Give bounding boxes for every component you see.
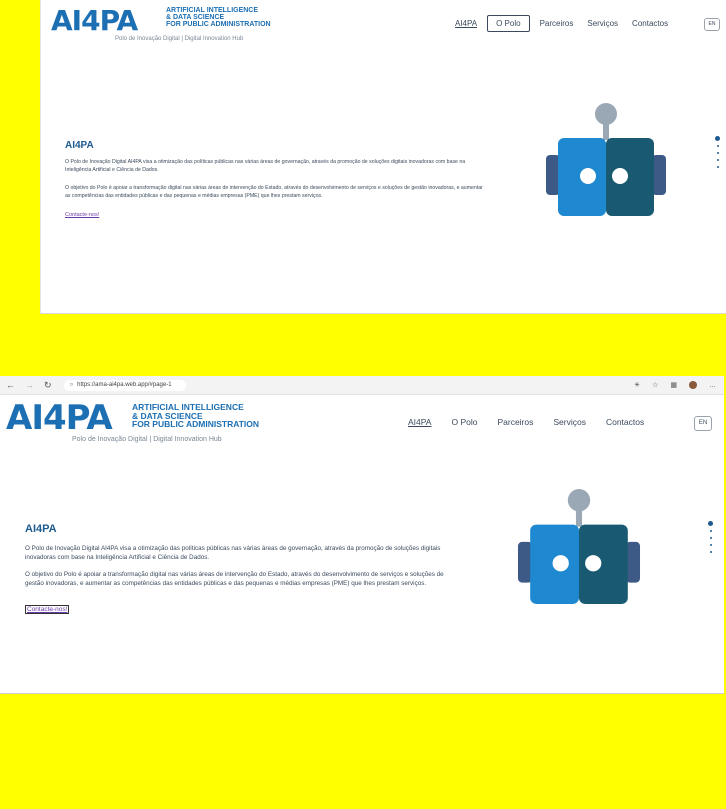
page-dot[interactable] [716,159,719,161]
nav-item-servicos[interactable]: Serviços [553,417,586,427]
page-dot[interactable] [716,152,719,154]
robot-antenna-stem [575,508,583,527]
robot-right-ear [652,155,666,195]
robot-antenna-ball [567,489,591,512]
nav-item-ai4pa[interactable]: AI4PA [408,417,431,427]
nav-item-o-polo[interactable]: O Polo [451,417,477,427]
browser-toolbar: ← → ↻ ○ https://ama-ai4pa.web.app/#page-… [0,376,724,395]
page-dot-active[interactable] [715,136,720,141]
hero-title: AI4PA [65,140,94,151]
robot-left-ear [517,541,533,583]
hero-paragraph-2: O objetivo do Polo é apoiar a transforma… [25,571,444,588]
hero-title: AI4PA [25,523,57,535]
address-bar-url: https://ama-ai4pa.web.app/#page-1 [77,382,172,388]
robot-left-ear [546,155,560,195]
page-dot-active[interactable] [708,521,713,526]
robot-illustration [517,489,641,604]
collections-icon[interactable]: ▦ [670,381,677,389]
favorite-star-icon[interactable]: ☆ [652,381,658,389]
page-dot[interactable] [709,530,712,532]
page-panel-top: AI4PA ARTIFICIAL INTELLIGENCE & DATA SCI… [40,0,726,314]
read-aloud-icon[interactable]: ☀ [634,381,640,389]
contact-link[interactable]: Contacte-nos! [65,212,99,218]
page-indicator [715,136,720,168]
robot-right-eye [585,555,602,572]
page-panel-bottom: AI4PA ARTIFICIAL INTELLIGENCE & DATA SCI… [0,376,724,694]
page-dot[interactable] [709,537,712,539]
reload-icon[interactable]: ↻ [44,380,52,391]
language-toggle[interactable]: EN [704,18,720,31]
profile-avatar[interactable] [689,381,697,389]
forward-arrow-icon[interactable]: → [25,380,34,390]
page-indicator [708,521,713,553]
page-dot[interactable] [716,145,719,147]
robot-left-eye [552,555,569,572]
hero-paragraph-1: O Polo de Inovação Digital AI4PA visa a … [65,159,466,173]
logo-subtitle: Polo de Inovação Digital | Digital Innov… [72,436,222,443]
lock-icon: ○ [69,382,74,388]
logo-word: AI4PA [51,4,138,37]
hero-paragraph-2: O objetivo do Polo é apoiar a transforma… [65,185,483,199]
robot-right-eye [612,168,628,184]
logo-lines: ARTIFICIAL INTELLIGENCE & DATA SCIENCE F… [166,7,271,28]
language-toggle[interactable]: EN [694,416,712,431]
back-arrow-icon[interactable]: ← [6,380,15,390]
nav-item-servicos[interactable]: Serviços [587,19,618,28]
robot-antenna-stem [603,122,609,140]
nav-item-contactos[interactable]: Contactos [606,417,644,427]
page-dot[interactable] [716,166,719,168]
main-nav: AI4PA O Polo Parceiros Serviços Contacto… [408,417,644,427]
nav-item-ai4pa[interactable]: AI4PA [455,19,477,28]
address-bar[interactable]: ○ https://ama-ai4pa.web.app/#page-1 [63,379,186,391]
browser-actions: ☀ ☆ ▦ … [634,381,716,389]
nav-item-parceiros[interactable]: Parceiros [540,19,574,28]
nav-item-parceiros[interactable]: Parceiros [497,417,533,427]
page-dot[interactable] [709,544,712,546]
robot-right-ear [625,541,641,583]
logo-word: AI4PA [6,398,113,438]
robot-antenna-ball [595,103,617,125]
nav-item-contactos[interactable]: Contactos [632,19,668,28]
hero-paragraph-1: O Polo de Inovação Digital AI4PA visa a … [25,545,441,562]
nav-item-o-polo[interactable]: O Polo [487,15,530,32]
logo-subtitle: Polo de Inovação Digital | Digital Innov… [115,36,244,42]
robot-illustration [546,103,666,216]
main-nav: AI4PA O Polo Parceiros Serviços Contacto… [455,15,668,32]
robot-left-eye [580,168,596,184]
more-menu-icon[interactable]: … [709,382,716,389]
logo-lines: ARTIFICIAL INTELLIGENCE & DATA SCIENCE F… [132,402,260,429]
page-dot[interactable] [709,551,712,553]
contact-link[interactable]: Contacte-nos! [25,605,70,614]
